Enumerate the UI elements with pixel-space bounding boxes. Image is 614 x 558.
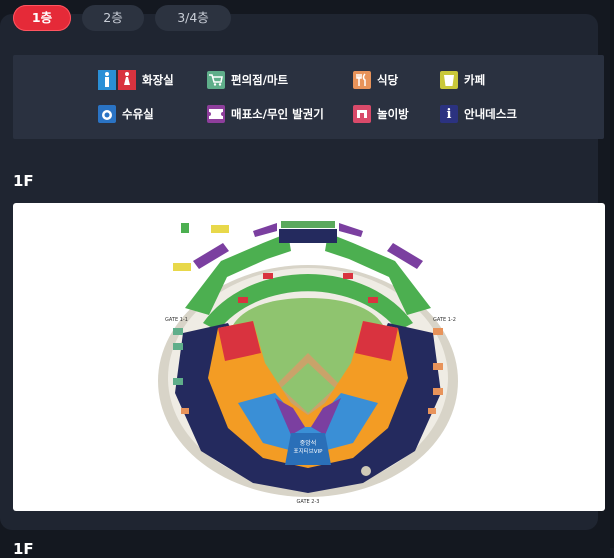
cafe-marker-icon[interactable] (181, 223, 189, 233)
facility-marker-icon[interactable] (211, 225, 229, 233)
legend-ticket-office-label: 매표소/무인 발권기 (231, 107, 324, 121)
legend-restaurant: 식당 (353, 71, 398, 89)
legend-nursing-room-label: 수유실 (122, 107, 154, 121)
legend-store-label: 편의점/마트 (231, 73, 289, 87)
gate-2-3-label: GATE 2-3 (297, 499, 320, 505)
legend-store: 편의점/마트 (207, 71, 288, 89)
legend-playroom: 놀이방 (353, 105, 409, 123)
gate-1-1-label: GATE 1-1 (165, 317, 188, 323)
legend-info-desk-label: 안내데스크 (464, 107, 517, 121)
section-title-1f: 1F (13, 172, 34, 190)
legend-playroom-label: 놀이방 (377, 107, 409, 121)
next-section-title: 1F (13, 540, 34, 558)
restroom-icon (98, 70, 136, 90)
gate-1-2-label: GATE 1-2 (433, 317, 456, 323)
legend-restroom-label: 화장실 (142, 73, 174, 87)
facility-marker-icon[interactable] (173, 263, 191, 271)
restroom-marker-icon[interactable] (263, 273, 273, 279)
legend-ticket-office: 매표소/무인 발권기 (207, 105, 324, 123)
facility-legend: 화장실 편의점/마트 식당 카페 수유실 매표소/무인 발권기 놀이방 i 안내… (13, 55, 604, 139)
zone-navy-top[interactable] (279, 229, 337, 243)
ticket-icon (207, 105, 225, 123)
tab-floor-1[interactable]: 1층 (13, 5, 71, 31)
center-seat-label: 중앙석 (300, 439, 317, 447)
scrollbar[interactable] (610, 0, 614, 548)
info-icon: i (440, 105, 458, 123)
restroom-marker-icon[interactable] (368, 297, 378, 303)
cup-icon (440, 71, 458, 89)
legend-info-desk: i 안내데스크 (440, 105, 517, 123)
legend-restroom: 화장실 (98, 70, 174, 90)
playroom-icon (353, 105, 371, 123)
restroom-marker-icon[interactable] (343, 273, 353, 279)
tab-floor-3-4[interactable]: 3/4층 (155, 5, 231, 31)
floor-tabs: 1층 2층 3/4층 (13, 5, 231, 31)
legend-cafe: 카페 (440, 71, 485, 89)
cart-icon (207, 71, 225, 89)
tab-floor-2[interactable]: 2층 (82, 5, 144, 31)
stadium-map-svg: 중앙석 포지티브VIP GATE 1-1 GATE 1-2 GATE 2-3 (158, 221, 458, 505)
legend-restaurant-label: 식당 (377, 73, 399, 87)
center-vip-label: 포지티브VIP (294, 447, 324, 455)
fork-knife-icon (353, 71, 371, 89)
legend-nursing-room: 수유실 (98, 105, 154, 123)
restroom-marker-icon[interactable] (238, 297, 248, 303)
baby-icon (98, 105, 116, 123)
legend-cafe-label: 카페 (464, 73, 486, 87)
stadium-seat-map: 중앙석 포지티브VIP GATE 1-1 GATE 1-2 GATE 2-3 (13, 203, 605, 511)
